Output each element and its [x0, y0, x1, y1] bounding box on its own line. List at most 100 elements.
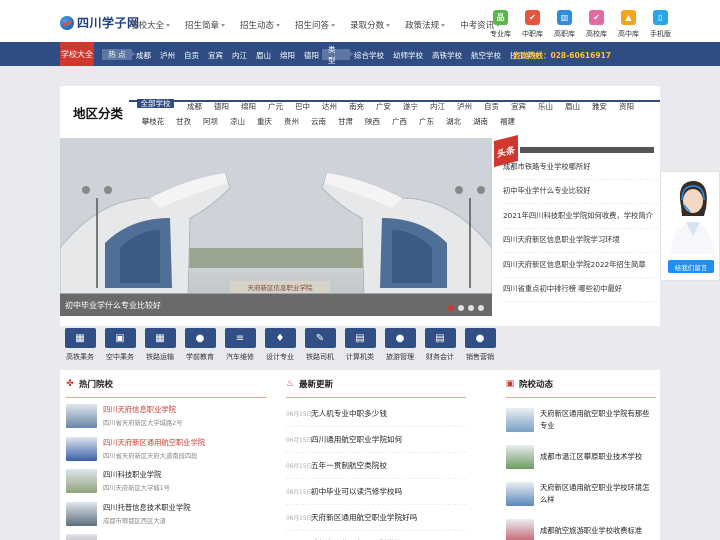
site-logo[interactable]: 四川学子网	[60, 14, 140, 31]
news-title[interactable]: 无人机专业中职多少钱	[311, 408, 387, 419]
major-tile[interactable]: ● 学前教育	[184, 328, 216, 362]
school-type-link[interactable]: 航空学校	[471, 50, 501, 61]
headline-link[interactable]: 2021年四川科技职业学院如何收费，学校简介	[503, 204, 658, 229]
region-item[interactable]: 重庆	[252, 114, 277, 129]
school-type-link[interactable]: 幼师学校	[393, 50, 423, 61]
region-item[interactable]: 成都	[182, 99, 207, 114]
region-item[interactable]: 宜宾	[506, 99, 531, 114]
headline-link[interactable]: 四川天府新区信息职业学院2022年招生简章	[503, 253, 658, 278]
nav-item[interactable]: 录取分数	[350, 19, 391, 31]
school-type-link[interactable]: 高铁学校	[432, 50, 462, 61]
school-item[interactable]: 四川托普信息技术职业学院 成都市郫都区西区大道	[66, 498, 267, 531]
news-item[interactable]: 06月15日 天府新区通用航空职业学院好吗	[286, 505, 466, 531]
nav-item[interactable]: 招生简章	[185, 19, 226, 31]
quicklink[interactable]: ▥ 高职库	[550, 10, 579, 39]
region-item[interactable]: 全部学校	[137, 99, 174, 108]
major-tile[interactable]: ▣ 空中乘务	[104, 328, 136, 362]
region-item[interactable]: 贵州	[279, 114, 304, 129]
nav-item[interactable]: 招生问答	[295, 19, 336, 31]
region-item[interactable]: 阿坝	[198, 114, 223, 129]
hot-city-link[interactable]: 眉山	[256, 50, 271, 61]
major-tile[interactable]: ▤ 计算机类	[344, 328, 376, 362]
hot-city-link[interactable]: 宜宾	[208, 50, 223, 61]
hot-city-link[interactable]: 内江	[232, 50, 247, 61]
region-item[interactable]: 巴中	[290, 99, 315, 114]
news-item[interactable]: 06月15日成都有哪些五年一贯制学校	[286, 531, 466, 540]
major-tile[interactable]: ● 销售营销	[464, 328, 496, 362]
news-title[interactable]: 天府新区通用航空职业学院好吗	[311, 512, 417, 523]
region-item[interactable]: 内江	[425, 99, 450, 114]
dynamics-item[interactable]: 成都航空旅游职业学校收费标准	[506, 512, 656, 540]
school-item[interactable]: 四川天府信息职业学院 四川省天府新区大学城路2号	[66, 400, 267, 433]
category-tab[interactable]: 学校大全	[60, 42, 94, 66]
headline-link[interactable]: 成都市铁路专业学校哪所好	[503, 155, 658, 180]
news-title[interactable]: 初中毕业可以读汽修学校吗	[311, 486, 402, 497]
dynamics-title-link[interactable]: 天府新区通用航空职业学院有那些专业	[540, 408, 656, 432]
quicklink[interactable]: ▯ 手机版	[646, 10, 675, 39]
region-item[interactable]: 福建	[495, 114, 520, 129]
school-item[interactable]: 四川天府新区通用航空职业学院 四川省天府新区天府大道南段四段	[66, 433, 267, 466]
dynamics-item[interactable]: 成都市温江区攀原职业技术学校	[506, 438, 656, 475]
school-name[interactable]: 四川托普信息技术职业学院	[103, 503, 191, 513]
region-item[interactable]: 凉山	[225, 114, 250, 129]
dynamics-title-link[interactable]: 成都航空旅游职业学校收费标准	[540, 525, 656, 537]
region-item[interactable]: 自贡	[479, 99, 504, 114]
nav-item[interactable]: 政策法规	[405, 19, 446, 31]
slider-dot[interactable]	[448, 305, 454, 311]
headline-link[interactable]: 初中毕业学什么专业比较好	[503, 180, 658, 204]
region-item[interactable]: 广西	[387, 114, 412, 129]
region-item[interactable]: 资阳	[614, 99, 639, 114]
school-item[interactable]: 成都华夏旅游商务学校	[66, 530, 267, 540]
region-item[interactable]: 泸州	[452, 99, 477, 114]
hot-city-link[interactable]: 泸州	[160, 50, 175, 61]
slider-dot[interactable]	[478, 305, 484, 311]
hot-city-link[interactable]: 自贡	[184, 50, 199, 61]
school-name[interactable]: 四川科技职业学院	[103, 470, 170, 480]
school-name[interactable]: 四川天府新区通用航空职业学院	[103, 438, 205, 448]
quicklink[interactable]: ✔ 中职库	[518, 10, 547, 39]
quicklink[interactable]: ▲ 高中库	[614, 10, 643, 39]
dynamics-title-link[interactable]: 天府新区通用航空职业学校环境怎么样	[540, 482, 656, 506]
region-item[interactable]: 广安	[371, 99, 396, 114]
news-item[interactable]: 06月15日 初中毕业可以读汽修学校吗	[286, 479, 466, 505]
major-tile[interactable]: ♦ 设计专业	[264, 328, 296, 362]
banner-caption[interactable]: 初中毕业学什么专业比较好	[65, 300, 161, 311]
dynamics-item[interactable]: 天府新区通用航空职业学院有那些专业	[506, 401, 656, 438]
headline-link[interactable]: 四川天府新区信息职业学院学习环境	[503, 229, 658, 253]
major-tile[interactable]: ≡ 汽车维修	[224, 328, 256, 362]
school-item[interactable]: 四川科技职业学院 四川天府新区大学城1号	[66, 465, 267, 498]
news-item[interactable]: 06月15日 无人机专业中职多少钱	[286, 401, 466, 427]
region-item[interactable]: 湖北	[441, 114, 466, 129]
region-item[interactable]: 广元	[263, 99, 288, 114]
dynamics-title-link[interactable]: 成都市温江区攀原职业技术学校	[540, 451, 656, 463]
region-item[interactable]: 甘肃	[333, 114, 358, 129]
slider-dot[interactable]	[468, 305, 474, 311]
region-item[interactable]: 德阳	[209, 99, 234, 114]
major-tile[interactable]: ● 旅游管理	[384, 328, 416, 362]
leave-message-button[interactable]: 给我们留言	[668, 260, 714, 273]
slider-dot[interactable]	[458, 305, 464, 311]
region-item[interactable]: 湖南	[468, 114, 493, 129]
hot-city-link[interactable]: 德阳	[304, 50, 319, 61]
headline-link[interactable]: 四川省重点初中排行榜 哪些初中最好	[503, 278, 658, 302]
region-item[interactable]: 达州	[317, 99, 342, 114]
school-type-link[interactable]: 综合学校	[354, 50, 384, 61]
quicklink[interactable]: 品专业库	[486, 10, 515, 39]
hot-city-link[interactable]: 绵阳	[280, 50, 295, 61]
region-item[interactable]: 雅安	[587, 99, 612, 114]
major-tile[interactable]: ✎ 铁路司机	[304, 328, 336, 362]
major-tile[interactable]: ▤ 财务会计	[424, 328, 456, 362]
news-title[interactable]: 五年一贯制航空类院校	[311, 460, 387, 471]
region-item[interactable]: 绵阳	[236, 99, 261, 114]
banner-slider[interactable]: 天府新区信息职业学院 初中毕业学什么专业比较好	[60, 138, 492, 316]
news-item[interactable]: 06月15日 五年一贯制航空类院校	[286, 453, 466, 479]
region-item[interactable]: 遂宁	[398, 99, 423, 114]
nav-item[interactable]: 学校大全	[130, 19, 171, 31]
region-item[interactable]: 乐山	[533, 99, 558, 114]
major-tile[interactable]: ▦ 铁路运输	[144, 328, 176, 362]
news-title[interactable]: 四川通用航空职业学院如何	[311, 434, 402, 445]
region-item[interactable]: 眉山	[560, 99, 585, 114]
quicklink[interactable]: ✔ 高校库	[582, 10, 611, 39]
nav-item[interactable]: 招生动态	[240, 19, 281, 31]
region-item[interactable]: 广东	[414, 114, 439, 129]
